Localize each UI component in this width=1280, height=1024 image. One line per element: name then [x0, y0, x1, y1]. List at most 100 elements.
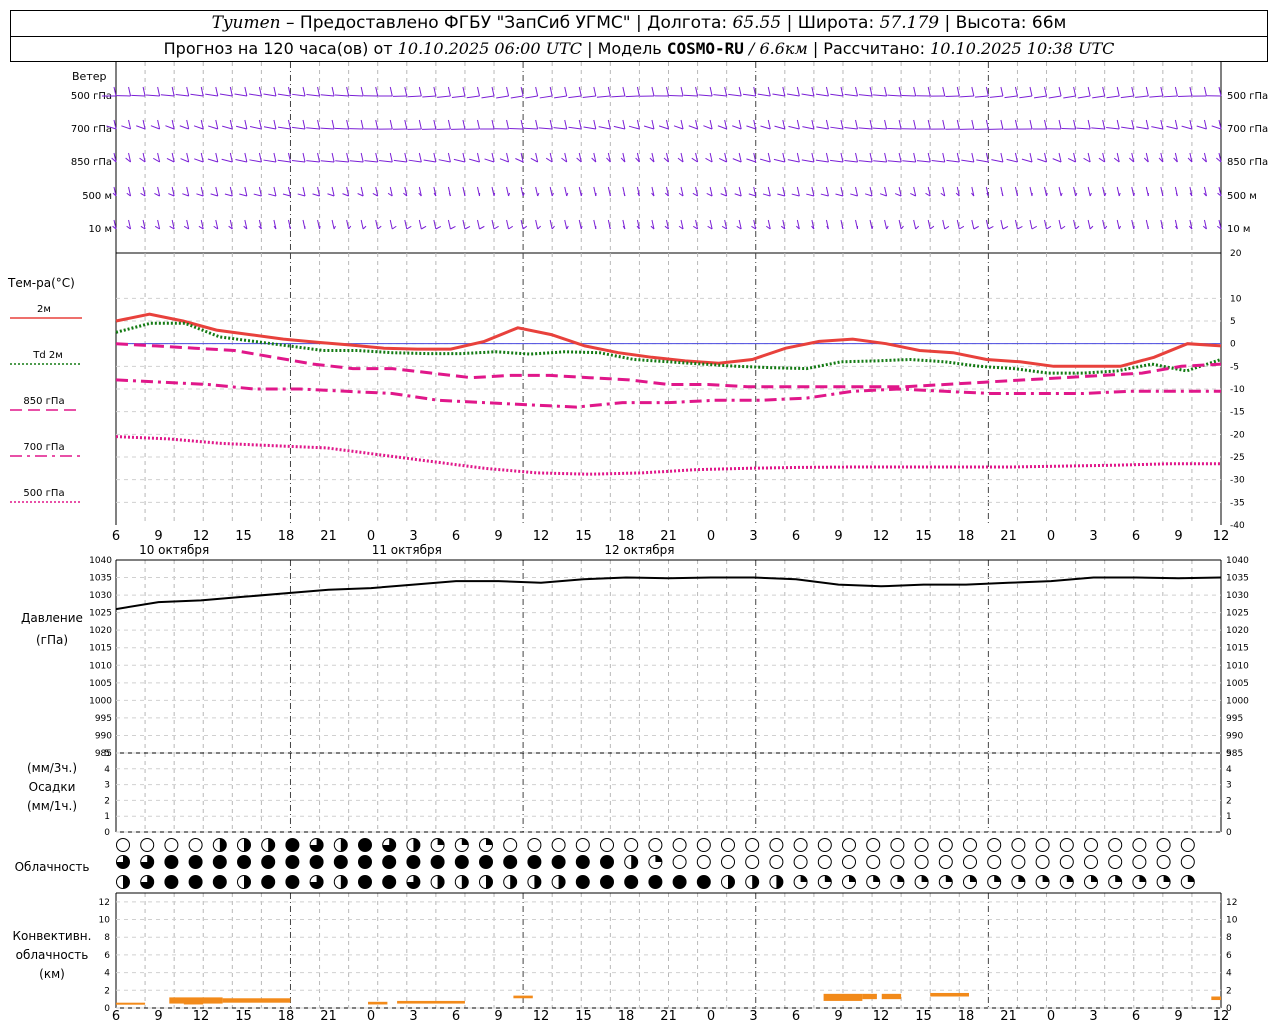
wind-barb-feather: [971, 86, 975, 97]
wind-barb: [791, 193, 800, 197]
wind-barb-feather: [825, 186, 829, 197]
wind-barb-feather: [229, 152, 233, 163]
precip-tick-label: 3: [1226, 781, 1232, 791]
wind-barb: [830, 126, 844, 130]
cloud-symbol: [769, 838, 784, 852]
conv-cloud-bar: [222, 998, 291, 1003]
wind-barb-feather: [680, 119, 684, 130]
cloud-fill: [219, 838, 227, 852]
wind-barb: [450, 225, 456, 230]
wind-barb-feather: [476, 119, 480, 130]
wind-barb-feather: [360, 186, 364, 197]
conv-cloud-bar: [1211, 996, 1221, 1001]
time-tick-label: 6: [1132, 529, 1140, 544]
time-tick-label: 18: [278, 529, 295, 544]
wind-barb-feather: [1145, 119, 1149, 130]
wind-barb: [1120, 95, 1134, 99]
wind-barb: [858, 127, 873, 130]
wind-barb-feather: [651, 119, 655, 130]
legend-label: 2м: [37, 304, 51, 315]
time-tick-label: 18: [958, 1009, 975, 1024]
wind-barb-feather: [622, 186, 626, 197]
wind-barb: [774, 125, 785, 130]
wind-barb: [1106, 95, 1120, 99]
cloud-symbol: [140, 838, 155, 852]
cloud-fill: [189, 875, 203, 889]
wind-barb-feather: [622, 86, 626, 97]
cloud-symbol: [696, 838, 711, 852]
cloud-fill: [455, 855, 469, 869]
wind-barb-feather: [302, 86, 306, 97]
wind-barb-feather: [1145, 219, 1149, 230]
wind-barb: [1031, 225, 1037, 230]
wind-barb-feather: [1029, 86, 1033, 97]
wind-level-label: 500 м: [1227, 191, 1257, 202]
wind-barb: [349, 160, 364, 163]
wind-barb-feather: [1087, 186, 1091, 197]
date-label: 12 октября: [604, 543, 674, 557]
conv-ylabel: облачность: [16, 948, 89, 962]
cloud-symbol: [696, 855, 711, 869]
wind-barb-feather: [738, 86, 742, 97]
wind-barb-feather: [1029, 186, 1033, 197]
wind-barb-feather: [1058, 152, 1062, 163]
wind-barb-feather: [1029, 219, 1033, 230]
wind-barb: [902, 160, 916, 163]
cloud-fill: [340, 875, 348, 889]
cloud-symbol: [1156, 855, 1171, 869]
wind-barb: [499, 158, 509, 163]
cloud-symbol: [866, 855, 881, 869]
wind-barb-feather: [535, 119, 539, 130]
cloud-fill: [213, 875, 227, 889]
time-tick-label: 3: [749, 1009, 757, 1024]
pressure-ylabel: (гПа): [36, 633, 68, 647]
wind-barb: [830, 159, 844, 163]
conv-tick-label: 12: [1226, 898, 1237, 908]
cloud-fill: [437, 875, 445, 889]
pressure-tick-label: 1035: [1226, 574, 1249, 584]
wind-barb-feather: [200, 152, 204, 163]
wind-barb: [801, 93, 814, 97]
wind-barb: [728, 93, 742, 97]
wind-barb: [190, 93, 204, 97]
wind-barb-feather: [215, 119, 219, 130]
cloud-fill: [552, 855, 566, 869]
cloud-fill: [534, 875, 541, 889]
wind-barb-feather: [462, 152, 466, 163]
wind-barb-feather: [375, 152, 379, 163]
pressure-tick-label: 1030: [89, 591, 112, 601]
wind-barb: [320, 160, 335, 163]
pressure-tick-label: 1020: [89, 626, 112, 636]
wind-barb: [221, 158, 233, 163]
wind-barb: [1106, 126, 1120, 130]
wind-barb: [788, 125, 800, 130]
temp-tick-label: 20: [1230, 249, 1242, 259]
temp-tick-label: -20: [1230, 430, 1245, 440]
wind-barb: [334, 127, 349, 130]
wind-barb-feather: [360, 119, 364, 130]
cloud-symbol: [793, 838, 808, 852]
wind-barb-feather: [956, 152, 960, 163]
wind-barb-feather: [418, 86, 422, 97]
wind-barb: [1211, 125, 1222, 130]
wind-barb: [493, 225, 499, 230]
wind-barb: [422, 95, 436, 98]
wind-barb-feather: [1000, 219, 1004, 230]
wind-level-label: 500 м: [82, 191, 112, 202]
wind-barb-feather: [1000, 119, 1004, 130]
wind-barb: [263, 93, 277, 97]
wind-barb: [1181, 125, 1193, 130]
conv-cloud-bar: [823, 993, 863, 1001]
pressure-tick-label: 1015: [1226, 644, 1249, 654]
pressure-tick-label: 1040: [1226, 556, 1249, 566]
wind-barb: [523, 127, 538, 130]
wind-barb-feather: [942, 219, 946, 230]
wind-barb: [801, 159, 814, 163]
wind-barb: [873, 94, 887, 97]
wind-barb-feather: [360, 86, 364, 97]
precip-ylabel: Осадки: [29, 780, 76, 794]
cloud-symbol: [1132, 855, 1147, 869]
wind-barb: [349, 94, 364, 97]
wind-barb: [150, 125, 160, 130]
wind-barb: [787, 159, 800, 163]
